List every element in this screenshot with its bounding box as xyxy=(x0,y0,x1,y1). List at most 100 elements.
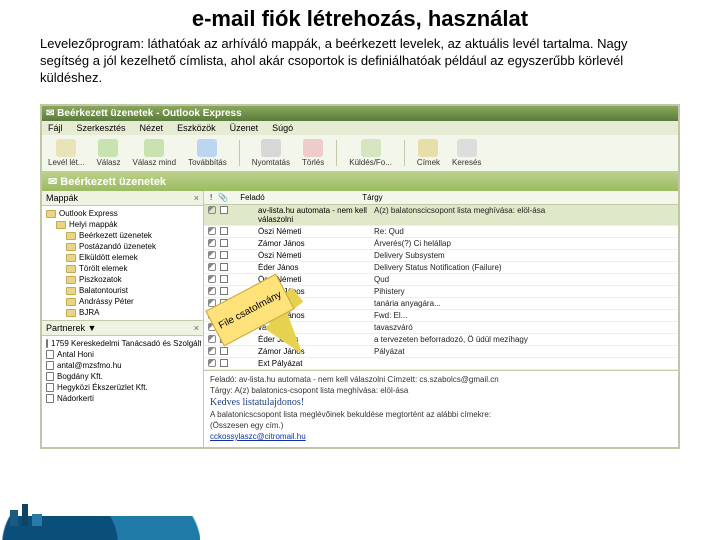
message-row[interactable]: Őszi NémetiDelivery Subsystem xyxy=(204,250,678,262)
message-row[interactable]: Őszi NémetiRe: Qud xyxy=(204,226,678,238)
preview-salutation: Kedves listatulajdonos! xyxy=(210,397,672,408)
contact-item[interactable]: antal@mzsfmo.hu xyxy=(44,360,201,371)
folder-item[interactable]: Beérkezett üzenetek xyxy=(44,230,201,241)
attachment-icon xyxy=(208,227,216,235)
message-row[interactable]: Zámor JánosPályázat xyxy=(204,346,678,358)
folder-icon xyxy=(66,287,76,295)
message-subject: Qud xyxy=(374,275,674,284)
message-list-header: !📎 Feladó Tárgy xyxy=(204,191,678,205)
folder-label: Helyi mappák xyxy=(69,220,117,229)
folder-label: Elküldött elemek xyxy=(79,253,138,262)
envelope-icon xyxy=(220,347,228,355)
toolbar-label: Továbbítás xyxy=(188,158,227,167)
delete-icon xyxy=(303,139,323,157)
folder-item[interactable]: Andrássy Péter xyxy=(44,296,201,307)
attachment-icon xyxy=(208,206,216,214)
message-subject: Pihistery xyxy=(374,287,674,296)
folder-icon xyxy=(66,232,76,240)
attachment-icon xyxy=(208,347,216,355)
message-from: Ext Pályázat xyxy=(258,359,368,368)
folder-item[interactable]: Outlook Express xyxy=(44,208,201,219)
toolbar: Levél lét... Válasz Válasz mind Továbbítás N… xyxy=(42,135,678,172)
message-subject: tanária anyagára... xyxy=(374,299,674,308)
folder-item[interactable]: Elküldött elemek xyxy=(44,252,201,263)
folder-icon xyxy=(66,243,76,251)
folder-label: Balatontourist xyxy=(79,286,128,295)
message-row[interactable]: Ext Pályázat xyxy=(204,358,678,370)
folder-icon xyxy=(66,265,76,273)
folder-band: ✉ Beérkezett üzenetek xyxy=(42,172,678,191)
contact-item[interactable]: Hegyközi Ékszerüzlet Kft. xyxy=(44,382,201,393)
folder-icon xyxy=(46,210,56,218)
reply-all-button[interactable]: Válasz mind xyxy=(132,139,176,167)
attachment-icon xyxy=(208,251,216,259)
folder-item[interactable]: Balatontourist xyxy=(44,285,201,296)
slide-title: e-mail fiók létrehozás, használat xyxy=(0,0,720,34)
contact-label: antal@mzsfmo.hu xyxy=(57,361,122,370)
contact-icon xyxy=(46,361,54,370)
print-button[interactable]: Nyomtatás xyxy=(252,139,290,167)
reply-button[interactable]: Válasz xyxy=(96,139,120,167)
menu-nézet[interactable]: Nézet xyxy=(140,123,164,133)
forward-button[interactable]: Továbbítás xyxy=(188,139,227,167)
contact-item[interactable]: Bogdány Kft. xyxy=(44,371,201,382)
contacts-header[interactable]: Partnerek ▼ xyxy=(46,323,96,333)
addresses-icon xyxy=(418,139,438,157)
folder-icon xyxy=(66,276,76,284)
folder-item[interactable]: Postázandó üzenetek xyxy=(44,241,201,252)
folder-icon xyxy=(56,221,66,229)
toolbar-label: Törlés xyxy=(302,158,324,167)
contact-icon xyxy=(46,350,54,359)
envelope-icon xyxy=(220,359,228,367)
envelope-icon xyxy=(220,275,228,283)
menu-eszközök[interactable]: Eszközök xyxy=(177,123,216,133)
folder-label: Piszkozatok xyxy=(79,275,122,284)
message-from: Zámor János xyxy=(258,239,368,248)
contact-label: Nádorkerti xyxy=(57,394,94,403)
message-row[interactable]: Zámor János Árverés(?) Ci helállap xyxy=(204,238,678,250)
message-row[interactable]: Éder JánosDelivery Status Notification (… xyxy=(204,262,678,274)
message-subject xyxy=(374,359,674,368)
slide-description: Levelezőprogram: láthatóak az arhíváló m… xyxy=(0,34,720,91)
folder-item[interactable]: BJRA xyxy=(44,307,201,318)
close-icon[interactable]: × xyxy=(194,323,199,333)
message-row[interactable]: av-lista.hu automata - nem kell válaszol… xyxy=(204,205,678,226)
window-titlebar: ✉ Beérkezett üzenetek - Outlook Express xyxy=(42,106,678,121)
window-title: Beérkezett üzenetek - Outlook Express xyxy=(57,108,242,119)
search-button[interactable]: Keresés xyxy=(452,139,481,167)
toolbar-label: Válasz mind xyxy=(132,158,176,167)
preview-link[interactable]: cckossylaszc@citromail.hu xyxy=(210,432,306,441)
folder-tree: Outlook Express Helyi mappákBeérkezett üz… xyxy=(42,206,203,320)
contact-item[interactable]: Antal Honi xyxy=(44,349,201,360)
message-from: Zámor János xyxy=(258,347,368,356)
addresses-button[interactable]: Címek xyxy=(417,139,440,167)
menu-fájl[interactable]: Fájl xyxy=(48,123,63,133)
preview-body-2: (Összesen egy cím.) xyxy=(210,421,672,430)
new-mail-button[interactable]: Levél lét... xyxy=(48,139,84,167)
envelope-icon xyxy=(220,206,228,214)
menu-súgó[interactable]: Súgó xyxy=(272,123,293,133)
envelope-icon xyxy=(220,227,228,235)
folder-item[interactable]: Piszkozatok xyxy=(44,274,201,285)
contact-item[interactable]: 1759 Kereskedelmi Tanácsadó és Szolgálta… xyxy=(44,338,201,349)
contact-icon xyxy=(46,394,54,403)
toolbar-label: Levél lét... xyxy=(48,158,84,167)
delete-button[interactable]: Törlés xyxy=(302,139,324,167)
menu-szerkesztés[interactable]: Szerkesztés xyxy=(77,123,126,133)
folder-icon xyxy=(66,254,76,262)
contact-item[interactable]: Nádorkerti xyxy=(44,393,201,404)
attachment-icon xyxy=(208,335,216,343)
toolbar-label: Keresés xyxy=(452,158,481,167)
column-from[interactable]: Feladó xyxy=(240,193,350,202)
menu-üzenet[interactable]: Üzenet xyxy=(230,123,259,133)
close-icon[interactable]: × xyxy=(194,193,199,203)
message-from: av-lista.hu automata - nem kell válaszol… xyxy=(258,206,368,224)
message-subject: Árverés(?) Ci helállap xyxy=(374,239,674,248)
folder-item[interactable]: Törölt elemek xyxy=(44,263,201,274)
column-subject[interactable]: Tárgy xyxy=(362,193,382,202)
sendrecv-button[interactable]: Küldés/Fo... xyxy=(349,139,392,167)
contacts-list: 1759 Kereskedelmi Tanácsadó és Szolgálta… xyxy=(42,336,203,406)
folder-item[interactable]: Helyi mappák xyxy=(44,219,201,230)
envelope-icon xyxy=(220,287,228,295)
folder-label: Outlook Express xyxy=(59,209,118,218)
